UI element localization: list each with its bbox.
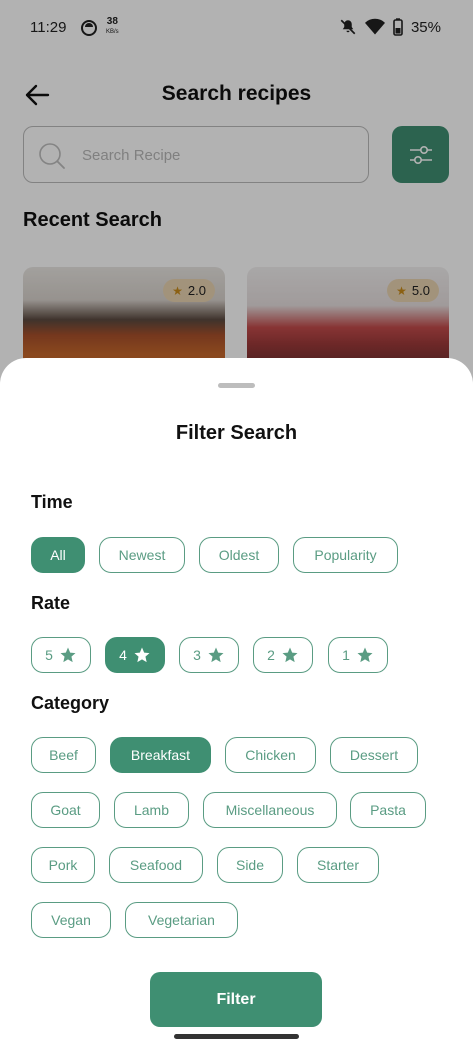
category-chip-pasta[interactable]: Pasta [350, 792, 426, 828]
star-icon [208, 647, 224, 663]
chip-label: Popularity [314, 547, 377, 563]
chip-label: Dessert [349, 747, 399, 763]
category-section-label: Category [31, 693, 110, 713]
star-icon [134, 647, 150, 663]
category-chip-dessert[interactable]: Dessert [330, 737, 418, 773]
category-chip-miscellaneous[interactable]: Miscellaneous [203, 792, 337, 828]
chip-label: Goat [50, 802, 81, 818]
chip-label: 1 [342, 647, 350, 663]
chip-label: Side [235, 857, 265, 873]
category-chip-vegetarian[interactable]: Vegetarian [125, 902, 238, 938]
rate-chip-5[interactable]: 5 [31, 637, 91, 673]
category-chip-beef[interactable]: Beef [31, 737, 96, 773]
chip-label: Newest [118, 547, 166, 563]
chip-label: Vegan [51, 912, 91, 928]
category-chip-lamb[interactable]: Lamb [114, 792, 189, 828]
rate-chip-1[interactable]: 1 [328, 637, 388, 673]
rate-chip-2[interactable]: 2 [253, 637, 313, 673]
chip-label: Pork [48, 857, 78, 873]
star-icon [60, 647, 76, 663]
category-chip-pork[interactable]: Pork [31, 847, 95, 883]
chip-label: 4 [119, 647, 127, 663]
category-chip-seafood[interactable]: Seafood [109, 847, 203, 883]
category-chip-chicken[interactable]: Chicken [225, 737, 316, 773]
time-chip-newest[interactable]: Newest [99, 537, 185, 573]
drag-handle[interactable] [218, 383, 255, 388]
apply-filter-button[interactable]: Filter [150, 972, 322, 1027]
chip-label: Lamb [133, 802, 170, 818]
chip-label: Beef [49, 747, 78, 763]
chip-label: Starter [316, 857, 359, 873]
category-chip-side[interactable]: Side [217, 847, 283, 883]
sheet-title: Filter Search [175, 422, 298, 444]
category-chip-starter[interactable]: Starter [297, 847, 379, 883]
time-chip-oldest[interactable]: Oldest [199, 537, 279, 573]
star-icon [282, 647, 298, 663]
filter-bottom-sheet: Filter Search Time All Newest Oldest Pop… [0, 358, 473, 1050]
chip-label: Seafood [129, 857, 183, 873]
star-icon [357, 647, 373, 663]
home-indicator[interactable] [174, 1034, 299, 1039]
category-chip-breakfast[interactable]: Breakfast [110, 737, 211, 773]
chip-label: 2 [267, 647, 275, 663]
chip-label: Breakfast [130, 747, 191, 763]
rate-chip-3[interactable]: 3 [179, 637, 239, 673]
time-chip-all[interactable]: All [31, 537, 85, 573]
chip-label: Pasta [370, 802, 406, 818]
chip-label: Miscellaneous [225, 802, 315, 818]
chip-label: 3 [193, 647, 201, 663]
rate-chip-4[interactable]: 4 [105, 637, 165, 673]
chip-label: Vegetarian [148, 912, 215, 928]
category-chip-vegan[interactable]: Vegan [31, 902, 111, 938]
chip-label: 5 [45, 647, 53, 663]
category-chip-goat[interactable]: Goat [31, 792, 100, 828]
chip-label: Chicken [245, 747, 296, 763]
chip-label: All [50, 547, 66, 563]
time-chip-popularity[interactable]: Popularity [293, 537, 398, 573]
chip-label: Oldest [218, 547, 260, 563]
rate-section-label: Rate [31, 593, 71, 613]
time-section-label: Time [31, 492, 73, 512]
